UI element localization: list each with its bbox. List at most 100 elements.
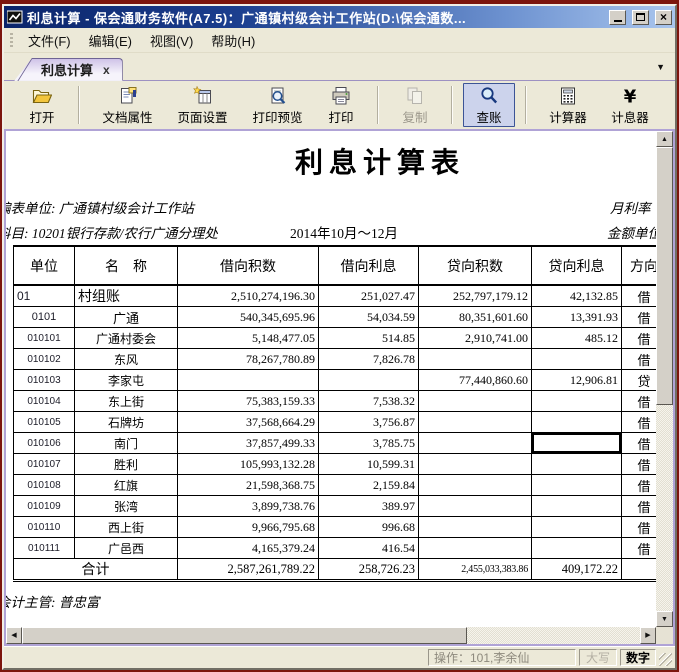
cell-010103-code[interactable]: 010103: [13, 369, 75, 391]
cell-010102-name[interactable]: 东风: [74, 348, 178, 370]
cell-010106-code[interactable]: 010106: [13, 432, 75, 454]
cell-010111-code[interactable]: 010111: [13, 537, 75, 559]
cell-010110-credit_interest[interactable]: [531, 516, 622, 538]
cell-010104-credit_product[interactable]: [418, 390, 532, 412]
toolbar-button-doc-properties[interactable]: 文档属性: [90, 83, 165, 127]
cell-010108-direction[interactable]: 借: [621, 474, 656, 496]
cell-010105-debit_product[interactable]: 37,568,664.29: [177, 411, 319, 433]
cell-01-name[interactable]: 村组账: [74, 284, 178, 307]
cell-010107-debit_product[interactable]: 105,993,132.28: [177, 453, 319, 475]
scroll-down-icon[interactable]: ▼: [656, 611, 673, 627]
cell-010102-debit_interest[interactable]: 7,826.78: [318, 348, 419, 370]
toolbar-button-calculator[interactable]: 计算器: [537, 83, 599, 127]
cell-010104-debit_interest[interactable]: 7,538.32: [318, 390, 419, 412]
cell-0101-name[interactable]: 广通: [74, 306, 178, 328]
cell-010110-name[interactable]: 西上街: [74, 516, 178, 538]
cell-010101-direction[interactable]: 借: [621, 327, 656, 349]
cell-010111-credit_interest[interactable]: [531, 537, 622, 559]
cell-01-credit_interest[interactable]: 42,132.85: [531, 284, 622, 307]
cell-010110-debit_interest[interactable]: 996.68: [318, 516, 419, 538]
tab-close-icon[interactable]: x: [103, 64, 110, 76]
cell-010104-name[interactable]: 东上街: [74, 390, 178, 412]
cell-010108-code[interactable]: 010108: [13, 474, 75, 496]
tab-interest-calculation[interactable]: 利息计算 x: [14, 58, 123, 81]
window-minimize-button[interactable]: [609, 9, 626, 25]
cell-010110-code[interactable]: 010110: [13, 516, 75, 538]
cell-0101-direction[interactable]: 借: [621, 306, 656, 328]
cell-010107-credit_interest[interactable]: [531, 453, 622, 475]
cell-010111-credit_product[interactable]: [418, 537, 532, 559]
cell-010103-direction[interactable]: 贷: [621, 369, 656, 391]
cell-010109-debit_interest[interactable]: 389.97: [318, 495, 419, 517]
cell-010104-code[interactable]: 010104: [13, 390, 75, 412]
cell-0101-credit_interest[interactable]: 13,391.93: [531, 306, 622, 328]
cell-010106-direction[interactable]: 借: [621, 432, 656, 454]
cell-010104-credit_interest[interactable]: [531, 390, 622, 412]
cell-010103-debit_interest[interactable]: [318, 369, 419, 391]
cell-0101-code[interactable]: 0101: [13, 306, 75, 328]
cell-010102-direction[interactable]: 借: [621, 348, 656, 370]
cell-010102-credit_interest[interactable]: [531, 348, 622, 370]
cell-010101-debit_interest[interactable]: 514.85: [318, 327, 419, 349]
window-close-button[interactable]: ×: [655, 9, 672, 25]
vertical-scroll-thumb[interactable]: [656, 147, 673, 405]
cell-010109-name[interactable]: 张湾: [74, 495, 178, 517]
cell-010105-debit_interest[interactable]: 3,756.87: [318, 411, 419, 433]
cell-010104-direction[interactable]: 借: [621, 390, 656, 412]
horizontal-scroll-thumb[interactable]: [22, 627, 467, 644]
cell-010106-name[interactable]: 南门: [74, 432, 178, 454]
cell-0101-credit_product[interactable]: 80,351,601.60: [418, 306, 532, 328]
tab-list-dropdown-icon[interactable]: ▼: [656, 62, 665, 72]
cell-010101-credit_product[interactable]: 2,910,741.00: [418, 327, 532, 349]
toolbar-button-check-account[interactable]: 查账: [463, 83, 515, 127]
resize-grip-icon[interactable]: [659, 653, 672, 666]
cell-010107-credit_product[interactable]: [418, 453, 532, 475]
cell-010105-credit_interest[interactable]: [531, 411, 622, 433]
cell-010106-credit_product[interactable]: [418, 432, 532, 454]
horizontal-scrollbar[interactable]: ◀ ▶: [6, 627, 656, 644]
cell-0101-debit_product[interactable]: 540,345,695.96: [177, 306, 319, 328]
cell-010111-debit_interest[interactable]: 416.54: [318, 537, 419, 559]
cell-010108-debit_product[interactable]: 21,598,368.75: [177, 474, 319, 496]
cell-010105-code[interactable]: 010105: [13, 411, 75, 433]
cell-010106-debit_product[interactable]: 37,857,499.33: [177, 432, 319, 454]
cell-01-debit_interest[interactable]: 251,027.47: [318, 284, 419, 307]
cell-01-direction[interactable]: 借: [621, 284, 656, 307]
cell-010103-name[interactable]: 李家屯: [74, 369, 178, 391]
vertical-scrollbar[interactable]: ▲ ▼: [656, 131, 673, 627]
toolbar-button-page-setup[interactable]: 页面设置: [165, 83, 240, 127]
menu-item-2[interactable]: 视图(V): [141, 28, 202, 53]
menu-grip-icon[interactable]: [10, 32, 13, 48]
cell-010101-debit_product[interactable]: 5,148,477.05: [177, 327, 319, 349]
cell-010107-name[interactable]: 胜利: [74, 453, 178, 475]
cell-010102-credit_product[interactable]: [418, 348, 532, 370]
toolbar-button-open-folder[interactable]: 打开: [16, 83, 68, 127]
cell-010102-code[interactable]: 010102: [13, 348, 75, 370]
cell-010105-name[interactable]: 石牌坊: [74, 411, 178, 433]
cell-010105-direction[interactable]: 借: [621, 411, 656, 433]
cell-010109-credit_interest[interactable]: [531, 495, 622, 517]
cell-010110-credit_product[interactable]: [418, 516, 532, 538]
cell-010111-direction[interactable]: 借: [621, 537, 656, 559]
cell-010110-debit_product[interactable]: 9,966,795.68: [177, 516, 319, 538]
cell-010108-name[interactable]: 红旗: [74, 474, 178, 496]
scroll-up-icon[interactable]: ▲: [656, 131, 673, 147]
cell-010109-credit_product[interactable]: [418, 495, 532, 517]
cell-010107-debit_interest[interactable]: 10,599.31: [318, 453, 419, 475]
cell-010106-credit_interest[interactable]: [531, 432, 622, 454]
cell-010103-debit_product[interactable]: [177, 369, 319, 391]
cell-01-code[interactable]: 01: [13, 284, 75, 307]
toolbar-button-interest-yuan[interactable]: ¥ 计息器: [599, 83, 661, 127]
menu-item-0[interactable]: 文件(F): [19, 28, 80, 53]
cell-010103-credit_product[interactable]: 77,440,860.60: [418, 369, 532, 391]
cell-010104-debit_product[interactable]: 75,383,159.33: [177, 390, 319, 412]
cell-010107-code[interactable]: 010107: [13, 453, 75, 475]
cell-010106-debit_interest[interactable]: 3,785.75: [318, 432, 419, 454]
cell-01-credit_product[interactable]: 252,797,179.12: [418, 284, 532, 307]
cell-010101-name[interactable]: 广通村委会: [74, 327, 178, 349]
cell-010102-debit_product[interactable]: 78,267,780.89: [177, 348, 319, 370]
cell-010109-direction[interactable]: 借: [621, 495, 656, 517]
cell-010108-debit_interest[interactable]: 2,159.84: [318, 474, 419, 496]
cell-010101-credit_interest[interactable]: 485.12: [531, 327, 622, 349]
cell-010109-debit_product[interactable]: 3,899,738.76: [177, 495, 319, 517]
